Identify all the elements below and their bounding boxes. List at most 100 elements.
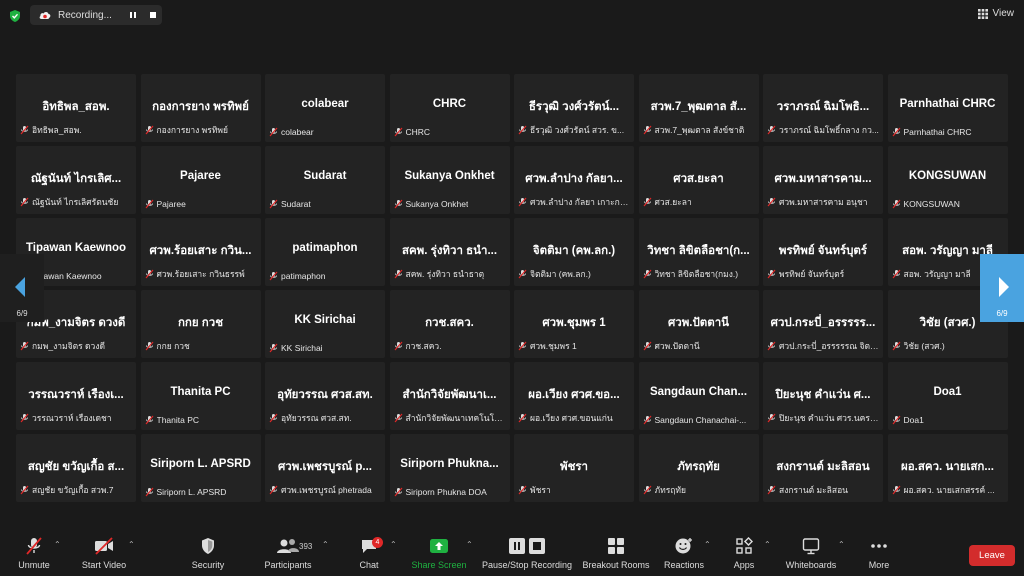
participant-name-label: Thanita PC — [145, 415, 257, 425]
leave-button[interactable]: Leave — [969, 545, 1015, 566]
apps-button[interactable]: Apps — [728, 536, 760, 570]
muted-mic-icon — [643, 197, 651, 207]
participant-tile[interactable]: patimaphon patimaphon — [265, 218, 385, 286]
participant-tile[interactable]: กกย กวช กกย กวช — [140, 290, 261, 358]
participant-tile[interactable]: สญชัย ขวัญเกื้อ ส... สญชัย ขวัญเกื้อ สวพ.… — [16, 434, 136, 502]
cloud-recording-icon — [39, 12, 51, 19]
whiteboards-button[interactable]: Whiteboards — [782, 536, 840, 570]
participant-name: วิทชา ลิขิตลือชา(กมง.) — [654, 269, 739, 279]
participant-tile[interactable]: ณัฐนันท์ ไกรเลิศ... ณัฐนันท์ ไกรเลิศรัตนช… — [16, 146, 136, 214]
pause-stop-recording-button[interactable]: Pause/Stop Recording — [480, 536, 574, 570]
participant-display-name: ศวพ.ชุมพร 1 — [542, 317, 606, 329]
muted-mic-icon — [269, 271, 278, 281]
participant-tile[interactable]: ศวส.ยะลา ศวส.ยะลา — [638, 146, 759, 214]
reactions-button[interactable]: Reactions — [662, 536, 706, 570]
participant-tile[interactable]: วรรณวราห์ เรืองเ... วรรณวราห์ เรืองเดชา — [16, 362, 136, 430]
whiteboards-options-caret[interactable]: ⌃ — [838, 540, 845, 549]
participant-name-label: พรทิพย์ จันทร์บุตร์ — [767, 267, 879, 281]
participant-tile[interactable]: colabear colabear — [265, 74, 385, 142]
audio-options-caret[interactable]: ⌃ — [54, 540, 61, 549]
participant-tile[interactable]: Thanita PC Thanita PC — [140, 362, 261, 430]
participant-tile[interactable]: Sudarat Sudarat — [265, 146, 385, 214]
participant-tile[interactable]: KK Sirichai KK Sirichai — [265, 290, 385, 358]
participant-tile[interactable]: ธีรวุฒิ วงศ์วรัตน์... ธีรวุฒิ วงศ์วรัตน์ … — [514, 74, 634, 142]
muted-mic-icon — [145, 415, 153, 425]
participant-name: Sukanya Onkhet — [405, 199, 469, 209]
recording-label: Recording... — [58, 9, 112, 21]
participant-tile[interactable]: ผอ.สคว. นายเสก... ผอ.สคว. นายเสกสรรค์ ... — [887, 434, 1008, 502]
participant-name-label: ปิยะนุช คำแว่น ศวร.นครส... — [767, 411, 879, 425]
reactions-options-caret[interactable]: ⌃ — [704, 540, 711, 549]
participant-tile[interactable]: อุทัยวรรณ ศวส.สท. อุทัยวรรณ ศวส.สท. — [265, 362, 385, 430]
muted-mic-icon — [20, 197, 29, 207]
start-video-button[interactable]: Start Video — [78, 536, 130, 570]
participant-tile[interactable]: อิทธิพล_สอพ. อิทธิพล_สอพ. — [16, 74, 136, 142]
participant-display-name: ศวส.ยะลา — [673, 173, 724, 185]
participant-name: ปิยะนุช คำแว่น ศวร.นครส... — [779, 413, 879, 423]
share-screen-button[interactable]: Share Screen — [410, 536, 468, 570]
participant-tile[interactable]: จิตติมา (คพ.ลก.) จิตติมา (คพ.ลก.) — [514, 218, 634, 286]
participant-tile[interactable]: KONGSUWAN KONGSUWAN — [887, 146, 1008, 214]
participant-name: ศวพ.เพชรบูรณ์ phetrada — [281, 485, 372, 495]
whiteboard-icon — [802, 538, 820, 555]
video-options-caret[interactable]: ⌃ — [128, 540, 135, 549]
participant-name-label: วิชัย (สวศ.) — [892, 339, 1004, 353]
participant-tile[interactable]: ศวพ.มหาสารคาม... ศวพ.มหาสารคาม อนุชา — [763, 146, 883, 214]
participant-tile[interactable]: ภัทรฤทัย ภัทรฤทัย — [638, 434, 759, 502]
participant-tile[interactable]: Siriporn Phukna... Siriporn Phukna DOA — [389, 434, 510, 502]
participant-tile[interactable]: Doa1 Doa1 — [887, 362, 1008, 430]
chat-options-caret[interactable]: ⌃ — [390, 540, 397, 549]
participant-display-name: อิทธิพล_สอพ. — [42, 101, 110, 113]
more-button[interactable]: More — [862, 536, 896, 570]
apps-options-caret[interactable]: ⌃ — [764, 540, 771, 549]
participant-name: ผอ.เวียง ศวศ.ขอนแก่น — [530, 413, 613, 423]
participant-display-name: ผอ.เวียง ศวศ.ขอ... — [528, 389, 620, 401]
participants-options-caret[interactable]: ⌃ — [322, 540, 329, 549]
share-screen-label: Share Screen — [411, 560, 467, 570]
participant-tile[interactable]: ปิยะนุช คำแว่น ศ... ปิยะนุช คำแว่น ศวร.นค… — [763, 362, 883, 430]
participant-tile[interactable]: ผอ.เวียง ศวศ.ขอ... ผอ.เวียง ศวศ.ขอนแก่น — [514, 362, 634, 430]
participant-tile[interactable]: วิทชา ลิขิตลือชา(ก... วิทชา ลิขิตลือชา(กม… — [638, 218, 759, 286]
participant-tile[interactable]: ศวพ.ปัตตานี ศวพ.ปัตตานี — [638, 290, 759, 358]
unmute-button[interactable]: Unmute — [12, 536, 56, 570]
breakout-rooms-button[interactable]: Breakout Rooms — [582, 536, 650, 570]
participant-tile[interactable]: สำนักวิจัยพัฒนาเ... สำนักวิจัยพัฒนาเทคโนโ… — [389, 362, 510, 430]
previous-page-button[interactable]: 6/9 — [0, 254, 44, 322]
next-page-button[interactable]: 6/9 — [980, 254, 1024, 322]
participant-tile[interactable]: กวช.สคว. กวช.สคว. — [389, 290, 510, 358]
participant-tile[interactable]: สวพ.7_พุฒตาล สั... สวพ.7_พุฒตาล สังข์ชาติ — [638, 74, 759, 142]
participant-tile[interactable]: ศวป.กระบี่_อรรรรร... ศวป.กระบี่_อรรรรรณ จ… — [763, 290, 883, 358]
shield-icon[interactable] — [8, 9, 22, 23]
participant-tile[interactable]: ศวพ.ร้อยเสาะ กวิน... ศวพ.ร้อยเสาะ กวินธรร… — [140, 218, 261, 286]
participant-tile[interactable]: สงกรานต์ มะลิสอน สงกรานต์ มะลิสอน — [763, 434, 883, 502]
participant-tile[interactable]: Siriporn L. APSRD Siriporn L. APSRD — [140, 434, 261, 502]
share-options-caret[interactable]: ⌃ — [466, 540, 473, 549]
breakout-rooms-label: Breakout Rooms — [582, 560, 650, 570]
participant-name-label: สญชัย ขวัญเกื้อ สวพ.7 — [20, 483, 132, 497]
participant-tile[interactable]: พรทิพย์ จันทร์บุตร์ พรทิพย์ จันทร์บุตร์ — [763, 218, 883, 286]
participant-tile[interactable]: CHRC CHRC — [389, 74, 510, 142]
unmute-label: Unmute — [18, 560, 50, 570]
participant-name: วราภรณ์ ฉิมโพธิ์กลาง กว... — [779, 125, 879, 135]
participant-tile[interactable]: Parnhathai CHRC Parnhathai CHRC — [887, 74, 1008, 142]
participant-tile[interactable]: กองการยาง พรทิพย์ กองการยาง พรทิพย์ — [140, 74, 261, 142]
participant-display-name: วิทชา ลิขิตลือชา(ก... — [647, 245, 750, 257]
stop-recording-icon[interactable] — [148, 10, 158, 20]
participant-tile[interactable]: Sangdaun Chan... Sangdaun Chanachai-... — [638, 362, 759, 430]
more-label: More — [868, 560, 890, 570]
participant-tile[interactable]: ศวพ.เพชรบูรณ์ p... ศวพ.เพชรบูรณ์ phetrada — [265, 434, 385, 502]
participant-tile[interactable]: Sukanya Onkhet Sukanya Onkhet — [389, 146, 510, 214]
view-button[interactable]: View — [977, 8, 1014, 19]
participant-tile[interactable]: Pajaree Pajaree — [140, 146, 261, 214]
participant-tile[interactable]: สคพ. รุ่งทิวา ธนำ... สคพ. รุ่งทิวา ธนำธาต… — [389, 218, 510, 286]
participant-tile[interactable]: ศวพ.ลำปาง กัลยา... ศวพ.ลำปาง กัลยา เกาะกา… — [514, 146, 634, 214]
security-button[interactable]: Security — [186, 536, 230, 570]
participant-name-label: สคพ. รุ่งทิวา ธนำธาตุ — [394, 267, 506, 281]
participant-display-name: Doa1 — [933, 386, 962, 398]
participant-name: จิตติมา (คพ.ลก.) — [530, 269, 591, 279]
pause-recording-icon[interactable] — [128, 10, 138, 20]
participant-tile[interactable]: ศวพ.ชุมพร 1 ศวพ.ชุมพร 1 — [514, 290, 634, 358]
participant-tile[interactable]: วราภรณ์ ฉิมโพธิ... วราภรณ์ ฉิมโพธิ์กลาง ก… — [763, 74, 883, 142]
participant-tile[interactable]: พัชรา พัชรา — [514, 434, 634, 502]
participant-name-label: จิตติมา (คพ.ลก.) — [518, 267, 630, 281]
